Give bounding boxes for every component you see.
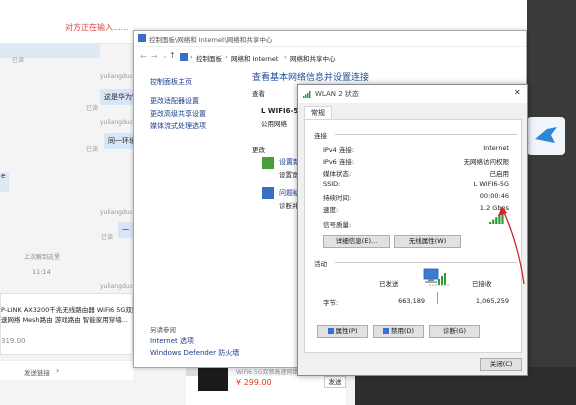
typing-status: 对方正在输入...... bbox=[65, 23, 129, 32]
send-link-row[interactable]: 发送链接 › bbox=[0, 360, 133, 380]
network-type: 公用网络 bbox=[261, 120, 287, 128]
firewall-link[interactable]: Windows Defender 防火墙 bbox=[150, 348, 239, 358]
router-image bbox=[198, 367, 228, 391]
shield-icon bbox=[327, 328, 334, 334]
chevron-right-icon: › bbox=[56, 366, 60, 375]
side-panel-dark bbox=[527, 0, 576, 405]
partial-bubble: e bbox=[0, 172, 9, 192]
disable-button[interactable]: 禁用(D) bbox=[373, 325, 424, 338]
sidebar-item-sharing[interactable]: 更改高级共享设置 bbox=[150, 109, 206, 119]
forward-arrow-icon[interactable]: → bbox=[151, 52, 158, 61]
duration-value: 00:00:46 bbox=[479, 192, 509, 200]
recent-chevron-icon[interactable]: ⌄ bbox=[162, 52, 168, 60]
bytes-label: 字节: bbox=[323, 299, 339, 307]
close-icon[interactable]: ✕ bbox=[514, 88, 521, 97]
ssid-label: SSID: bbox=[323, 180, 341, 188]
breadcrumb-item[interactable]: 控制面板 bbox=[196, 53, 222, 63]
activity-header: 活动 bbox=[314, 260, 327, 268]
diagnose-button[interactable]: 诊断(G) bbox=[429, 325, 480, 338]
ipv4-value: Internet bbox=[483, 144, 509, 152]
sender-name: yuliangduc bbox=[100, 119, 133, 126]
product-title: P-LINK AX3200千兆无线路由器 WiFi6 5G双频 bbox=[1, 306, 134, 314]
chat-message: 同一环境 bbox=[104, 133, 133, 149]
activity-divider bbox=[437, 292, 438, 304]
ipv6-label: IPv6 连接: bbox=[323, 158, 355, 166]
address-bar: ← → ⌄ ↑ › 控制面板 › 网络和 Internet › 网络和共享中心 bbox=[140, 51, 336, 63]
sender-name: yuliangduc bbox=[100, 209, 133, 216]
troubleshoot-desc: 诊断并 bbox=[279, 202, 299, 210]
ipv4-label: IPv4 连接: bbox=[323, 146, 355, 154]
read-marker: 已读 bbox=[86, 105, 99, 112]
dialog-title: WLAN 2 状态 bbox=[315, 90, 359, 98]
page-title: 查看基本网络信息并设置连接 bbox=[252, 73, 370, 83]
sent-label: 已发送 bbox=[379, 280, 399, 288]
breadcrumb-item[interactable]: 网络和共享中心 bbox=[290, 53, 336, 63]
tab-general[interactable]: 常规 bbox=[304, 106, 332, 120]
read-marker: 已读 bbox=[101, 234, 114, 241]
sidebar-item-adapter[interactable]: 更改适配器设置 bbox=[150, 96, 199, 106]
read-marker: 已读 bbox=[86, 146, 99, 153]
sender-name: yuliangduc bbox=[100, 283, 133, 290]
see-also-title: 另请参阅 bbox=[150, 326, 176, 334]
ssid-value: L WIFI6-5G bbox=[473, 180, 509, 188]
breadcrumb-item[interactable]: 网络和 Internet bbox=[231, 53, 278, 63]
new-connection-icon bbox=[262, 157, 274, 169]
dialog-titlebar: WLAN 2 状态 ✕ bbox=[298, 85, 527, 103]
shield-icon bbox=[382, 328, 389, 334]
sidebar-item-media[interactable]: 媒体流式处理选项 bbox=[150, 121, 206, 131]
product-card[interactable]: P-LINK AX3200千兆无线路由器 WiFi6 5G双频 速网络 Mesh… bbox=[0, 293, 134, 355]
duration-label: 持续时间: bbox=[323, 194, 352, 202]
back-arrow-icon[interactable]: ← bbox=[140, 52, 147, 61]
close-button[interactable]: 关闭(C) bbox=[480, 358, 522, 371]
media-state-value: 已启用 bbox=[489, 170, 510, 178]
network-activity-icon bbox=[420, 265, 452, 291]
wireless-properties-button[interactable]: 无线属性(W) bbox=[394, 235, 461, 248]
last-read-divider: 上次解到这里 bbox=[24, 254, 61, 261]
troubleshoot-icon bbox=[262, 187, 274, 199]
ipv6-value: 无网络访问权限 bbox=[463, 158, 510, 166]
product2-price: ¥ 299.00 bbox=[236, 378, 272, 387]
product-desc: 速网络 Mesh路由 游戏路由 智能家用穿墙... bbox=[1, 316, 129, 324]
cp-sidebar: 控制面板主页 更改适配器设置 更改高级共享设置 媒体流式处理选项 另请参阅 In… bbox=[134, 66, 246, 366]
speed-label: 速度: bbox=[323, 206, 339, 214]
connection-header: 连接 bbox=[314, 132, 327, 140]
annotation-arrow bbox=[488, 202, 528, 287]
sender-name: yuliangduc bbox=[100, 73, 133, 80]
bird-logo-icon bbox=[527, 117, 565, 155]
signal-quality-label: 信号质量: bbox=[323, 221, 352, 229]
location-icon bbox=[180, 53, 188, 61]
cp-home-link[interactable]: 控制面板主页 bbox=[150, 77, 192, 87]
bytes-received-value: 1,065,259 bbox=[475, 297, 509, 305]
send-link[interactable]: 发送链接 bbox=[24, 367, 50, 377]
media-state-label: 媒体状态: bbox=[323, 170, 352, 178]
properties-button[interactable]: 属性(P) bbox=[317, 325, 368, 338]
setup-connection-desc: 设置宽 bbox=[279, 171, 299, 179]
product-price: 319.00 bbox=[1, 337, 26, 345]
chat-time: 11:14 bbox=[32, 268, 51, 276]
change-settings-label: 更改 bbox=[252, 146, 265, 154]
bytes-sent-value: 663,189 bbox=[398, 297, 425, 305]
wifi-signal-icon bbox=[303, 90, 312, 98]
chat-message: 这是华为W bbox=[100, 89, 133, 105]
divider bbox=[335, 134, 517, 135]
details-button[interactable]: 详细信息(E)... bbox=[323, 235, 390, 248]
up-arrow-icon[interactable]: ↑ bbox=[169, 51, 176, 60]
internet-options-link[interactable]: Internet 选项 bbox=[150, 336, 194, 346]
network-center-icon bbox=[138, 34, 146, 42]
send-button[interactable]: 发送 bbox=[324, 376, 346, 388]
cp-titlebar: 控制面板\网络和 Internet\网络和共享中心 bbox=[134, 31, 526, 47]
active-networks-label: 查看 bbox=[252, 90, 265, 98]
read-marker: 已读 bbox=[12, 57, 25, 64]
chat-message: 一 bbox=[118, 222, 133, 238]
cp-window-title: 控制面板\网络和 Internet\网络和共享中心 bbox=[149, 36, 273, 44]
